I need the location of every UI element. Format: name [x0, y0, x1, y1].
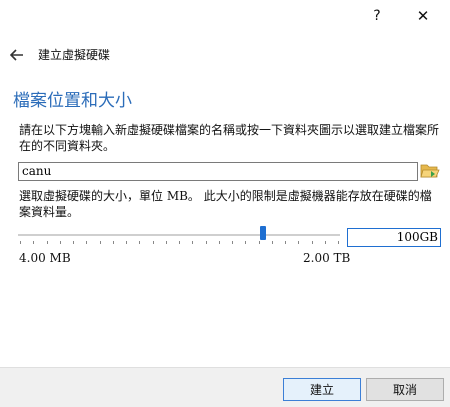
dialog-footer: 建立 取消 [0, 367, 450, 407]
slider-tick [139, 241, 140, 244]
create-button[interactable]: 建立 [283, 378, 361, 401]
slider-tick [272, 241, 273, 244]
help-button[interactable]: ? [354, 0, 400, 32]
size-input[interactable]: 100GB [347, 228, 441, 247]
close-button[interactable]: ✕ [400, 0, 446, 32]
slider-tick [100, 241, 101, 244]
slider-tick [232, 241, 233, 244]
slider-tick [219, 241, 220, 244]
wizard-title: 建立虛擬硬碟 [38, 48, 111, 62]
page-title: 檔案位置和大小 [13, 91, 132, 111]
slider-tick [325, 241, 326, 244]
slider-tick [60, 241, 61, 244]
slider-track [18, 234, 340, 236]
choose-folder-button[interactable] [419, 160, 441, 182]
slider-tick [73, 241, 74, 244]
slider-tick [47, 241, 48, 244]
size-slider[interactable] [18, 226, 340, 246]
slider-thumb[interactable] [260, 226, 266, 240]
cancel-button[interactable]: 取消 [366, 378, 444, 401]
back-button[interactable] [6, 44, 28, 66]
slider-tick [338, 241, 339, 244]
slider-tick [285, 241, 286, 244]
slider-tick [259, 241, 260, 244]
slider-tick [20, 241, 21, 244]
size-description: 選取虛擬硬碟的大小，單位 MB。 此大小的限制是虛擬機器能存放在硬碟的檔案資料量… [19, 189, 432, 219]
back-arrow-icon [10, 49, 23, 61]
slider-tick [179, 241, 180, 244]
size-max-label: 2.00 TB [303, 251, 351, 265]
slider-tick [126, 241, 127, 244]
slider-tick [166, 241, 167, 244]
location-instruction: 請在以下方塊輸入新虛擬硬碟檔案的名稱或按一下資料夾圖示以選取建立檔案所在的不同資… [19, 123, 440, 153]
size-min-label: 4.00 MB [19, 251, 71, 265]
slider-tick [33, 241, 34, 244]
slider-tick [312, 241, 313, 244]
folder-open-icon [420, 164, 440, 178]
slider-tick [86, 241, 87, 244]
slider-tick [192, 241, 193, 244]
slider-tick [113, 241, 114, 244]
file-location-input[interactable]: canu [18, 162, 418, 181]
slider-tick [245, 241, 246, 244]
slider-tick [298, 241, 299, 244]
slider-tick [153, 241, 154, 244]
slider-tick [206, 241, 207, 244]
